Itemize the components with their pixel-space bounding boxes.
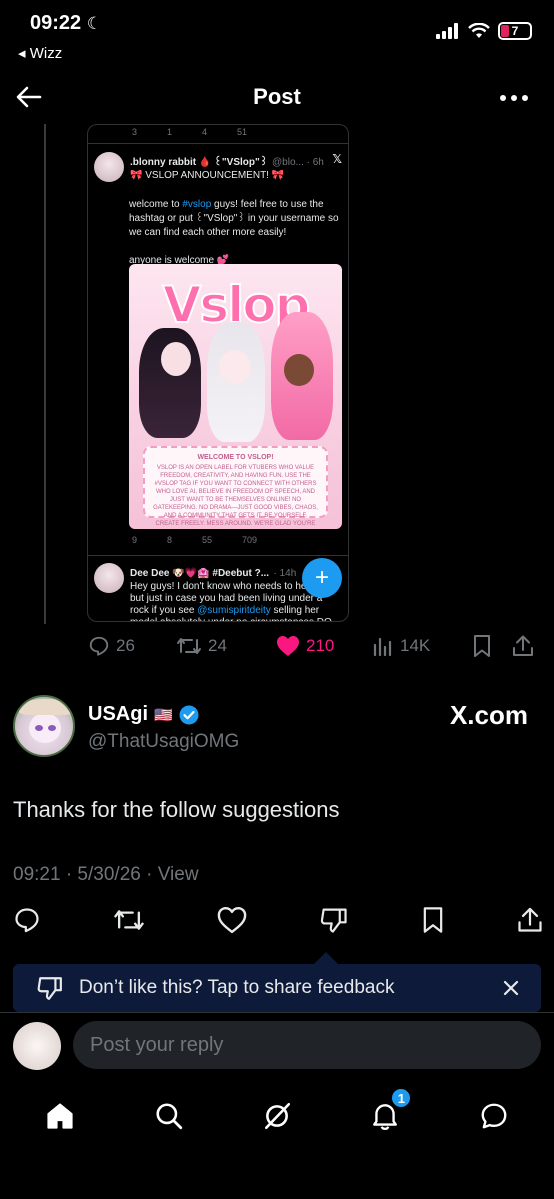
reply-icon: [15, 908, 39, 933]
repost-count[interactable]: 24: [176, 635, 276, 657]
tab-search[interactable]: [154, 1101, 184, 1131]
search-icon: [156, 1103, 182, 1130]
share-button-quoted[interactable]: [512, 634, 534, 658]
bottom-tab-bar: 1: [0, 1086, 554, 1146]
home-indicator: [190, 1178, 364, 1184]
heart-icon: [217, 906, 247, 934]
post-meta[interactable]: 09:21 · 5/30/26 · View: [13, 864, 199, 886]
feedback-banner[interactable]: Don’t like this? Tap to share feedback: [13, 964, 541, 1012]
view-count[interactable]: 14K: [372, 635, 472, 657]
vslop-announcement-image: Vslop WELCOME TO VSLOP! VSLOP IS AN OPEN…: [129, 264, 342, 529]
share-icon: [513, 635, 533, 656]
views-icon: [373, 637, 392, 657]
back-to-app-link[interactable]: ◂ Wizz: [18, 44, 62, 62]
like-button[interactable]: [217, 906, 247, 934]
tab-messages[interactable]: [479, 1101, 509, 1131]
embedded-screenshot: 3 1 4 51 .blonny rabbit 🩸 ꒰"VSlop"꒱ @blo...…: [87, 124, 349, 622]
tab-home[interactable]: [45, 1101, 75, 1131]
quoted-stats-row: 26 24 210 14K: [88, 634, 540, 658]
embedded-body: welcome to #vslop guys! feel free to use…: [129, 199, 339, 238]
like-count[interactable]: 210: [276, 635, 372, 657]
grok-icon: [264, 1102, 291, 1130]
wifi-icon: [468, 23, 490, 38]
battery-icon: 7: [498, 22, 532, 40]
thumbs-down-icon: [320, 908, 347, 933]
bookmark-button[interactable]: [421, 906, 445, 934]
page-title: Post: [253, 84, 301, 109]
post-text: Thanks for the follow suggestions: [13, 797, 340, 822]
thumbs-down-icon: [37, 977, 62, 1000]
heart-filled-icon: [277, 636, 299, 656]
thread-line: [44, 124, 46, 624]
embedded-author-name: .blonny rabbit 🩸 ꒰"VSlop"꒱: [130, 157, 268, 168]
embedded-reply-avatar: [94, 563, 124, 593]
dislike-button[interactable]: [319, 906, 349, 934]
compose-fab-button: +: [302, 558, 342, 598]
repost-icon: [177, 638, 201, 654]
reply-input[interactable]: Post your reply: [73, 1021, 541, 1069]
author-avatar[interactable]: [13, 695, 75, 757]
post-actions: [13, 906, 543, 934]
share-button[interactable]: [517, 906, 543, 934]
bookmark-button-quoted[interactable]: [472, 634, 512, 658]
reply-avatar: [13, 1022, 61, 1070]
status-time: 09:22 ☾: [30, 12, 102, 34]
embedded-top-stats: 3 1 4 51: [132, 127, 248, 137]
reply-count[interactable]: 26: [88, 635, 176, 657]
xcom-watermark: X.com: [449, 700, 528, 730]
chat-bubble-icon: [481, 1103, 507, 1129]
embedded-author: .blonny rabbit 🩸 ꒰"VSlop"꒱ @blo... · 6h …: [88, 144, 348, 182]
verified-badge-icon: [179, 705, 199, 724]
repost-icon: [114, 910, 144, 930]
reply-icon: [89, 636, 109, 656]
more-options-icon[interactable]: [500, 95, 528, 101]
tab-notifications[interactable]: 1: [370, 1087, 413, 1131]
author-name[interactable]: USAgi 🇺🇸: [88, 703, 199, 726]
tab-grok[interactable]: [262, 1101, 292, 1131]
author-handle[interactable]: @ThatUsagiOMG: [88, 731, 239, 753]
share-icon: [518, 907, 542, 932]
reply-button[interactable]: [13, 906, 41, 934]
home-icon: [47, 1103, 73, 1129]
close-icon[interactable]: [503, 980, 519, 996]
bookmark-icon: [423, 907, 443, 933]
embedded-avatar: [94, 152, 124, 182]
signal-icon: [436, 23, 458, 39]
bookmark-icon: [474, 635, 490, 657]
x-logo-icon: 𝕏: [332, 152, 342, 166]
vslop-welcome-card: WELCOME TO VSLOP! VSLOP IS AN OPEN LABEL…: [143, 446, 328, 527]
feedback-text: Don’t like this? Tap to share feedback: [79, 977, 395, 998]
status-icons: 7: [436, 22, 532, 40]
repost-button[interactable]: [113, 906, 145, 934]
notification-badge: 1: [390, 1087, 413, 1109]
embedded-bottom-stats: 9 8 55 709: [132, 535, 258, 545]
feedback-caret: [314, 952, 338, 964]
